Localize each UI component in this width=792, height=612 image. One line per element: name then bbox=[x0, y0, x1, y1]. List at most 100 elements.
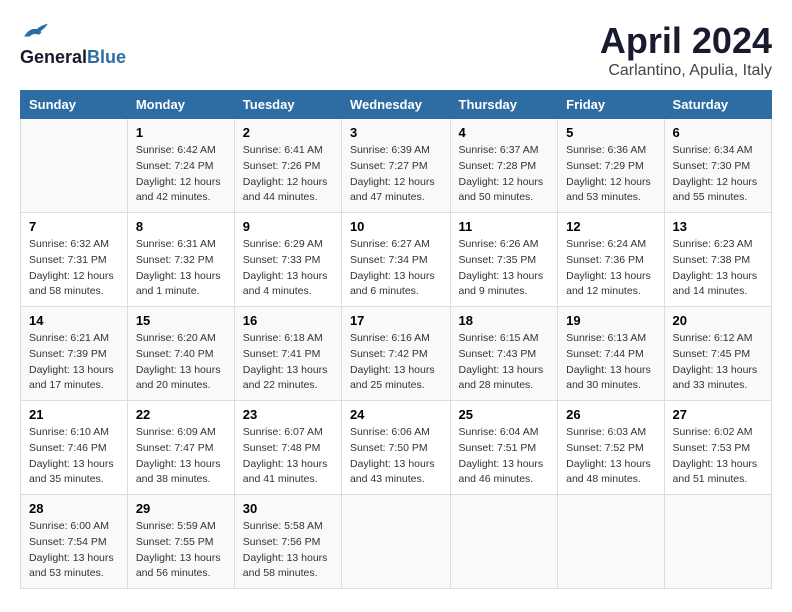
calendar-week-row: 1 Sunrise: 6:42 AMSunset: 7:24 PMDaylight… bbox=[21, 119, 772, 213]
header-sunday: Sunday bbox=[21, 91, 128, 119]
day-number: 20 bbox=[673, 313, 763, 328]
day-number: 25 bbox=[459, 407, 550, 422]
day-info: Sunrise: 6:03 AMSunset: 7:52 PMDaylight:… bbox=[566, 425, 655, 488]
day-info: Sunrise: 6:29 AMSunset: 7:33 PMDaylight:… bbox=[243, 237, 333, 300]
day-info: Sunrise: 6:18 AMSunset: 7:41 PMDaylight:… bbox=[243, 331, 333, 394]
calendar-cell: 5 Sunrise: 6:36 AMSunset: 7:29 PMDaylight… bbox=[558, 119, 664, 213]
day-number: 21 bbox=[29, 407, 119, 422]
calendar-cell: 6Sunrise: 6:34 AMSunset: 7:30 PMDaylight… bbox=[664, 119, 771, 213]
day-number: 22 bbox=[136, 407, 226, 422]
day-number: 28 bbox=[29, 501, 119, 516]
day-number: 27 bbox=[673, 407, 763, 422]
day-info: Sunrise: 6:31 AMSunset: 7:32 PMDaylight:… bbox=[136, 237, 226, 300]
calendar-week-row: 14Sunrise: 6:21 AMSunset: 7:39 PMDayligh… bbox=[21, 307, 772, 401]
calendar-cell: 29 Sunrise: 5:59 AMSunset: 7:55 PMDayligh… bbox=[127, 495, 234, 589]
day-number: 24 bbox=[350, 407, 442, 422]
day-info: Sunrise: 6:06 AMSunset: 7:50 PMDaylight:… bbox=[350, 425, 442, 488]
day-info: Sunrise: 6:32 AMSunset: 7:31 PMDaylight:… bbox=[29, 237, 119, 300]
calendar-cell: 27 Sunrise: 6:02 AMSunset: 7:53 PMDayligh… bbox=[664, 401, 771, 495]
calendar-cell: 26Sunrise: 6:03 AMSunset: 7:52 PMDayligh… bbox=[558, 401, 664, 495]
day-number: 17 bbox=[350, 313, 442, 328]
day-info: Sunrise: 6:13 AMSunset: 7:44 PMDaylight:… bbox=[566, 331, 655, 394]
calendar-cell: 1 Sunrise: 6:42 AMSunset: 7:24 PMDaylight… bbox=[127, 119, 234, 213]
day-number: 8 bbox=[136, 219, 226, 234]
calendar-cell: 2 Sunrise: 6:41 AMSunset: 7:26 PMDaylight… bbox=[234, 119, 341, 213]
day-info: Sunrise: 6:09 AMSunset: 7:47 PMDaylight:… bbox=[136, 425, 226, 488]
calendar-week-row: 28 Sunrise: 6:00 AMSunset: 7:54 PMDayligh… bbox=[21, 495, 772, 589]
calendar-week-row: 7Sunrise: 6:32 AMSunset: 7:31 PMDaylight… bbox=[21, 213, 772, 307]
day-number: 15 bbox=[136, 313, 226, 328]
location: Carlantino, Apulia, Italy bbox=[600, 62, 772, 80]
day-number: 10 bbox=[350, 219, 442, 234]
day-number: 11 bbox=[459, 219, 550, 234]
header-saturday: Saturday bbox=[664, 91, 771, 119]
calendar-cell: 18 Sunrise: 6:15 AMSunset: 7:43 PMDayligh… bbox=[450, 307, 558, 401]
logo-bird-icon bbox=[22, 20, 50, 42]
calendar-cell: 8 Sunrise: 6:31 AMSunset: 7:32 PMDaylight… bbox=[127, 213, 234, 307]
day-info: Sunrise: 6:37 AMSunset: 7:28 PMDaylight:… bbox=[459, 143, 550, 206]
day-info: Sunrise: 6:42 AMSunset: 7:24 PMDaylight:… bbox=[136, 143, 226, 206]
header-thursday: Thursday bbox=[450, 91, 558, 119]
month-title: April 2024 bbox=[600, 20, 772, 62]
day-number: 6 bbox=[673, 125, 763, 140]
day-number: 1 bbox=[136, 125, 226, 140]
calendar-table: Sunday Monday Tuesday Wednesday Thursday… bbox=[20, 90, 772, 589]
day-number: 5 bbox=[566, 125, 655, 140]
title-section: April 2024 Carlantino, Apulia, Italy bbox=[600, 20, 772, 80]
day-info: Sunrise: 6:00 AMSunset: 7:54 PMDaylight:… bbox=[29, 519, 119, 582]
calendar-cell: 25 Sunrise: 6:04 AMSunset: 7:51 PMDayligh… bbox=[450, 401, 558, 495]
calendar-cell: 14Sunrise: 6:21 AMSunset: 7:39 PMDayligh… bbox=[21, 307, 128, 401]
calendar-cell: 10 Sunrise: 6:27 AMSunset: 7:34 PMDayligh… bbox=[341, 213, 450, 307]
day-info: Sunrise: 5:58 AMSunset: 7:56 PMDaylight:… bbox=[243, 519, 333, 582]
day-info: Sunrise: 6:41 AMSunset: 7:26 PMDaylight:… bbox=[243, 143, 333, 206]
day-info: Sunrise: 6:20 AMSunset: 7:40 PMDaylight:… bbox=[136, 331, 226, 394]
calendar-cell: 3 Sunrise: 6:39 AMSunset: 7:27 PMDaylight… bbox=[341, 119, 450, 213]
header-tuesday: Tuesday bbox=[234, 91, 341, 119]
day-info: Sunrise: 6:36 AMSunset: 7:29 PMDaylight:… bbox=[566, 143, 655, 206]
logo-general: General bbox=[20, 47, 87, 68]
day-info: Sunrise: 6:27 AMSunset: 7:34 PMDaylight:… bbox=[350, 237, 442, 300]
header-friday: Friday bbox=[558, 91, 664, 119]
day-info: Sunrise: 6:04 AMSunset: 7:51 PMDaylight:… bbox=[459, 425, 550, 488]
day-number: 30 bbox=[243, 501, 333, 516]
calendar-cell bbox=[341, 495, 450, 589]
logo: General Blue bbox=[20, 20, 126, 68]
calendar-cell: 20Sunrise: 6:12 AMSunset: 7:45 PMDayligh… bbox=[664, 307, 771, 401]
calendar-cell: 15 Sunrise: 6:20 AMSunset: 7:40 PMDayligh… bbox=[127, 307, 234, 401]
day-info: Sunrise: 6:23 AMSunset: 7:38 PMDaylight:… bbox=[673, 237, 763, 300]
calendar-cell: 9Sunrise: 6:29 AMSunset: 7:33 PMDaylight… bbox=[234, 213, 341, 307]
day-number: 2 bbox=[243, 125, 333, 140]
header-wednesday: Wednesday bbox=[341, 91, 450, 119]
calendar-cell: 23Sunrise: 6:07 AMSunset: 7:48 PMDayligh… bbox=[234, 401, 341, 495]
logo-blue: Blue bbox=[87, 47, 126, 68]
day-info: Sunrise: 6:39 AMSunset: 7:27 PMDaylight:… bbox=[350, 143, 442, 206]
calendar-cell: 21Sunrise: 6:10 AMSunset: 7:46 PMDayligh… bbox=[21, 401, 128, 495]
day-number: 4 bbox=[459, 125, 550, 140]
day-number: 16 bbox=[243, 313, 333, 328]
day-info: Sunrise: 6:21 AMSunset: 7:39 PMDaylight:… bbox=[29, 331, 119, 394]
day-info: Sunrise: 6:24 AMSunset: 7:36 PMDaylight:… bbox=[566, 237, 655, 300]
calendar-cell: 28 Sunrise: 6:00 AMSunset: 7:54 PMDayligh… bbox=[21, 495, 128, 589]
calendar-week-row: 21Sunrise: 6:10 AMSunset: 7:46 PMDayligh… bbox=[21, 401, 772, 495]
day-number: 18 bbox=[459, 313, 550, 328]
header-monday: Monday bbox=[127, 91, 234, 119]
day-number: 29 bbox=[136, 501, 226, 516]
calendar-cell bbox=[664, 495, 771, 589]
calendar-cell: 30 Sunrise: 5:58 AMSunset: 7:56 PMDayligh… bbox=[234, 495, 341, 589]
calendar-header-row: Sunday Monday Tuesday Wednesday Thursday… bbox=[21, 91, 772, 119]
day-info: Sunrise: 5:59 AMSunset: 7:55 PMDaylight:… bbox=[136, 519, 226, 582]
calendar-cell: 11Sunrise: 6:26 AMSunset: 7:35 PMDayligh… bbox=[450, 213, 558, 307]
day-info: Sunrise: 6:15 AMSunset: 7:43 PMDaylight:… bbox=[459, 331, 550, 394]
day-info: Sunrise: 6:02 AMSunset: 7:53 PMDaylight:… bbox=[673, 425, 763, 488]
calendar-cell: 16 Sunrise: 6:18 AMSunset: 7:41 PMDayligh… bbox=[234, 307, 341, 401]
calendar-cell: 12 Sunrise: 6:24 AMSunset: 7:36 PMDayligh… bbox=[558, 213, 664, 307]
day-number: 13 bbox=[673, 219, 763, 234]
day-number: 19 bbox=[566, 313, 655, 328]
day-info: Sunrise: 6:16 AMSunset: 7:42 PMDaylight:… bbox=[350, 331, 442, 394]
page-header: General Blue April 2024 Carlantino, Apul… bbox=[20, 20, 772, 80]
calendar-cell: 7Sunrise: 6:32 AMSunset: 7:31 PMDaylight… bbox=[21, 213, 128, 307]
calendar-cell bbox=[558, 495, 664, 589]
day-number: 3 bbox=[350, 125, 442, 140]
day-number: 12 bbox=[566, 219, 655, 234]
calendar-cell bbox=[21, 119, 128, 213]
